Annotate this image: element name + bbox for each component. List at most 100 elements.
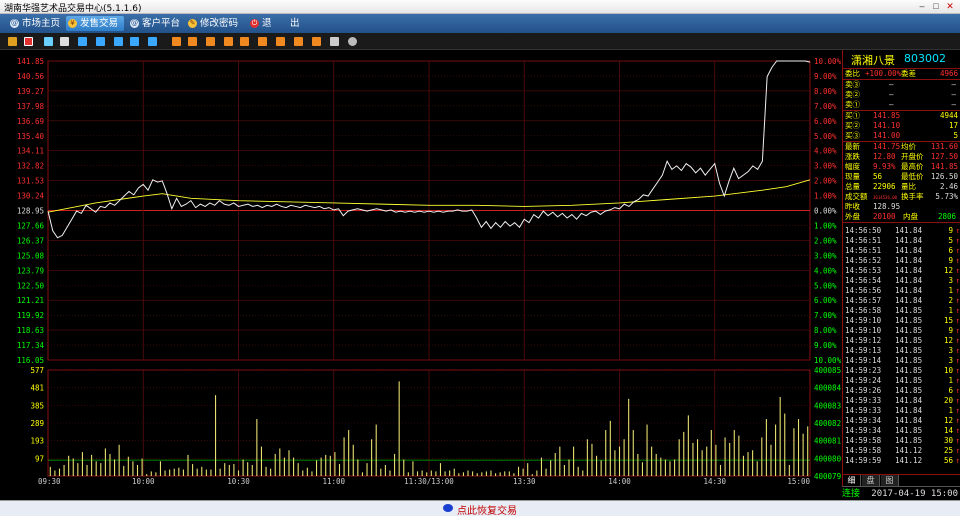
tool-icon-11[interactable] [258, 37, 267, 46]
trade-row: 14:56:54 141.84 3 ↑ [845, 276, 960, 285]
chart-svg: 141.85 10.00% 140.56 9.00% 139.27 8.00% 137.98… [17, 57, 842, 486]
ask-row: 卖② — — [845, 90, 956, 99]
up-arrow-icon: ↑ [955, 456, 960, 465]
price-tick-label: 123.79 [17, 266, 44, 275]
stat-row: 现量 56 最低价 126.50 [845, 172, 958, 181]
pencil-icon: ✎ [188, 19, 197, 28]
ask-row: 卖③ — — [845, 80, 956, 89]
stat-row: 总量 22906 量比 2.46 [845, 182, 958, 191]
up-arrow-icon: ↑ [955, 356, 960, 365]
bar-chart-icon[interactable] [8, 37, 17, 46]
bid-book: 买① 141.85 4944 买② 141.10 17 买③ 141.00 5 [843, 111, 960, 142]
trade-row: 14:59:23 141.85 10 ↑ [845, 366, 960, 375]
menu-issue-trade[interactable]: ¥ 发售交易 [66, 16, 124, 31]
pct-tick-label: 4.00% [814, 147, 837, 156]
gear-icon[interactable] [348, 37, 357, 46]
up-arrow-icon: ↑ [955, 346, 960, 355]
trade-row: 14:56:51 141.84 5 ↑ [845, 236, 960, 245]
tool-icon-6[interactable] [172, 37, 181, 46]
trade-row: 14:59:14 141.85 3 ↑ [845, 356, 960, 365]
menu-client-platform[interactable]: @ 客户平台 [128, 16, 184, 31]
menu-market-home[interactable]: @ 市场主页 [8, 16, 62, 31]
time-tick-label: 11:30/13:00 [404, 477, 454, 486]
up-arrow-icon: ↑ [955, 256, 960, 265]
toolbar [0, 33, 960, 50]
tool-icon-10[interactable] [240, 37, 249, 46]
up-arrow-icon: ↑ [955, 266, 960, 275]
close-button[interactable]: ✕ [944, 1, 956, 12]
tool-icon-5[interactable] [148, 37, 157, 46]
volume-right-tick-label: 400080 [814, 454, 842, 463]
up-arrow-icon: ↑ [955, 316, 960, 325]
pct-tick-label: 5.00% [814, 132, 837, 141]
calendar-icon[interactable] [60, 37, 69, 46]
trade-row: 14:59:24 141.85 1 ↑ [845, 376, 960, 385]
tool-icon-4[interactable] [130, 37, 139, 46]
stock-code: 803002 [904, 52, 946, 65]
trade-row: 14:59:10 141.85 9 ↑ [845, 326, 960, 335]
up-arrow-icon: ↑ [955, 336, 960, 345]
maximize-button[interactable]: □ [930, 1, 942, 12]
volume-tick-label: 577 [30, 366, 44, 375]
time-tick-label: 13:30 [513, 477, 536, 486]
pct-tick-label: 2.00% [814, 177, 837, 186]
menu-bar: @ 市场主页 ¥ 发售交易 @ 客户平台 ✎ 修改密码 ⏻ 退 出 [0, 14, 960, 33]
ask-book: 卖③ — — 卖② — — 卖① — — [843, 80, 960, 111]
trade-row: 14:56:57 141.84 2 ↑ [845, 296, 960, 305]
price-tick-label: 128.95 [17, 207, 44, 216]
tool-icon-13[interactable] [294, 37, 303, 46]
pct-tick-label: 6.00% [814, 296, 837, 305]
tool-icon-3[interactable] [114, 37, 123, 46]
outer-inner-row: 外盘 20100 内盘 2806 [843, 212, 960, 223]
trade-row: 14:59:59 141.12 56 ↑ [845, 456, 960, 465]
up-arrow-icon: ↑ [955, 416, 960, 425]
trade-row: 14:59:34 141.85 14 ↑ [845, 426, 960, 435]
line-chart-icon[interactable] [24, 37, 33, 46]
tool-icon-9[interactable] [224, 37, 233, 46]
tool-icon-12[interactable] [276, 37, 285, 46]
intraday-chart[interactable]: 141.85 10.00% 140.56 9.00% 139.27 8.00% 137.98… [0, 50, 842, 500]
price-tick-label: 122.50 [17, 281, 45, 290]
trade-row: 14:56:58 141.85 1 ↑ [845, 306, 960, 315]
panel-tabs: 细 盘 图 [843, 474, 960, 487]
up-arrow-icon: ↑ [955, 396, 960, 405]
stat-row: 最新 141.75 均价 131.60 [845, 142, 958, 151]
draw-icon[interactable] [330, 37, 339, 46]
price-tick-label: 139.27 [17, 87, 44, 96]
tool-icon-2[interactable] [96, 37, 105, 46]
volume-right-tick-label: 400082 [814, 419, 841, 428]
minimize-button[interactable]: – [916, 1, 928, 12]
up-arrow-icon: ↑ [955, 296, 960, 305]
volume-right-tick-label: 400083 [814, 401, 841, 410]
bottom-bar: 点此恢复交易 [0, 500, 960, 516]
price-tick-label: 125.08 [17, 251, 45, 260]
price-tick-label: 117.34 [17, 341, 45, 350]
price-tick-label: 121.21 [17, 296, 44, 305]
tool-icon-7[interactable] [188, 37, 197, 46]
up-arrow-icon: ↑ [955, 366, 960, 375]
price-tick-label: 132.82 [17, 162, 44, 171]
trade-row: 14:59:58 141.12 25 ↑ [845, 446, 960, 455]
tool-icon-1[interactable] [78, 37, 87, 46]
time-tick-label: 11:00 [322, 477, 345, 486]
price-tick-label: 119.92 [17, 311, 44, 320]
candle-icon[interactable] [44, 37, 53, 46]
price-tick-label: 118.63 [17, 326, 44, 335]
trade-row: 14:56:52 141.84 9 ↑ [845, 256, 960, 265]
trade-row: 14:59:26 141.85 6 ↑ [845, 386, 960, 395]
menu-exit[interactable]: ⏻ 退 [248, 16, 274, 31]
stat-row: 幅度 9.93% 最高价 141.85 [845, 162, 958, 171]
price-tick-label: 130.24 [17, 192, 45, 201]
volume-tick-label: 289 [30, 419, 44, 428]
trade-row: 14:59:12 141.85 12 ↑ [845, 336, 960, 345]
tool-icon-8[interactable] [206, 37, 215, 46]
up-arrow-icon: ↑ [955, 406, 960, 415]
pct-tick-label: 8.00% [814, 326, 837, 335]
menu-exit-2[interactable]: 出 [276, 16, 302, 31]
tool-icon-14[interactable] [312, 37, 321, 46]
resume-trading-link[interactable]: 点此恢复交易 [443, 502, 517, 516]
menu-change-password[interactable]: ✎ 修改密码 [186, 16, 244, 31]
pct-tick-label: 10.00% [814, 57, 842, 66]
stat-row: 涨跌 12.80 开盘价 127.50 [845, 152, 958, 161]
trade-row: 14:59:33 141.84 1 ↑ [845, 406, 960, 415]
